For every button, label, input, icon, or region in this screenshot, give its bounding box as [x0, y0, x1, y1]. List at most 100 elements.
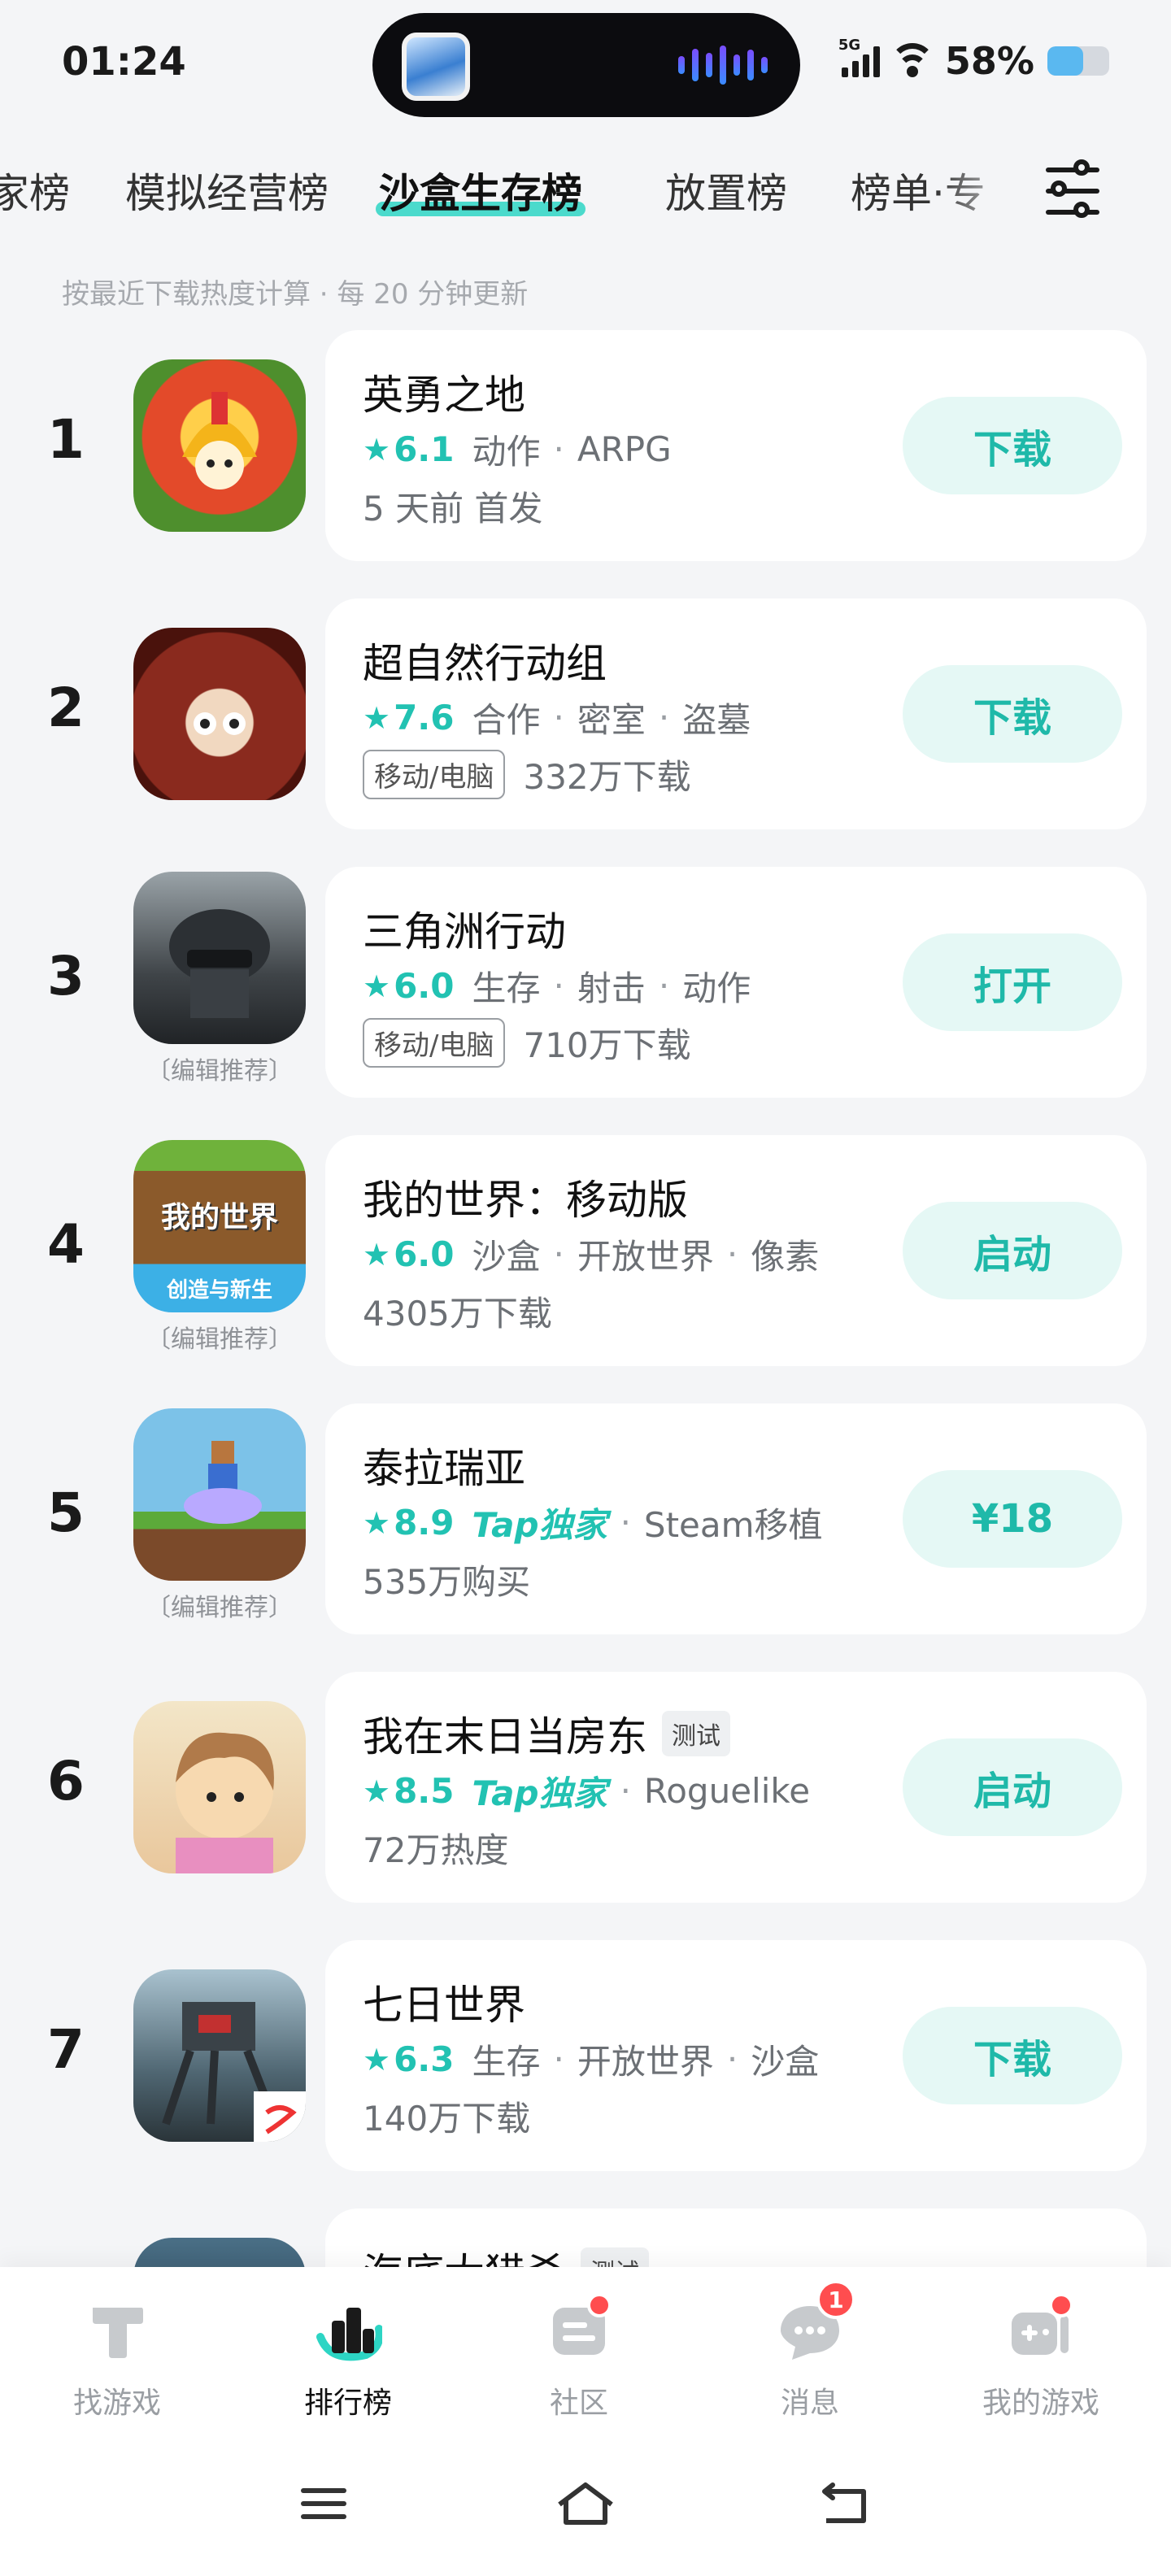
rank-number: 4: [47, 1213, 85, 1276]
game-icon[interactable]: [133, 359, 306, 532]
game-name: 三角洲行动: [363, 908, 566, 955]
nav-messages[interactable]: 1 消息: [729, 2280, 891, 2422]
game-tag: 合作: [472, 700, 541, 740]
game-tag: 沙盒: [472, 1237, 541, 1277]
bottom-nav: 找游戏 排行榜 社区 1 消息 我的游戏: [0, 2267, 1171, 2576]
game-tag: 盗墓: [682, 700, 751, 740]
cellular-signal-icon: 5G: [838, 37, 880, 77]
rank-number: 2: [47, 677, 85, 739]
star-icon: ★: [363, 2041, 391, 2078]
star-icon: ★: [363, 431, 391, 468]
clock: 01:24: [62, 39, 186, 85]
game-stat: 4305万下载: [363, 1294, 552, 1334]
nav-label: 社区: [549, 2387, 608, 2420]
game-score: 6.1: [394, 429, 455, 469]
launch-button[interactable]: 启动: [903, 1202, 1122, 1299]
game-card[interactable]: 英勇之地 ★ 6.1 动作 · ARPG 5 天前 首发 下载: [325, 330, 1147, 561]
game-card[interactable]: 泰拉瑞亚 ★ 8.9 Tap独家 · Steam移植 535万购买 ¥18: [325, 1403, 1147, 1634]
filter-icon[interactable]: [1041, 156, 1114, 229]
game-tag: 沙盒: [751, 2042, 820, 2082]
game-tag: 开放世界: [577, 2042, 714, 2082]
icon-subtitle: 创造与新生: [166, 1278, 272, 1303]
game-card[interactable]: 我在末日当房东 测试 ★ 8.5 Tap独家 · Roguelike 72万热度 启动: [325, 1672, 1147, 1903]
game-tag: 射击: [577, 968, 646, 1008]
battery-percent: 58%: [944, 39, 1034, 83]
wifi-icon: [889, 43, 935, 79]
game-score: 6.3: [394, 2039, 455, 2079]
category-tabs: 家榜 模拟经营榜 沙盒生存榜 放置榜 榜单·专: [0, 146, 1033, 236]
nav-label: 排行榜: [303, 2387, 392, 2420]
game-stat: 710万下载: [523, 1025, 691, 1065]
my-games-icon: [1007, 2293, 1075, 2365]
game-tag: 生存: [472, 968, 541, 1008]
rank-number: 5: [47, 1482, 85, 1544]
game-card[interactable]: 我的世界：移动版 ★ 6.0 沙盒 · 开放世界 · 像素 4305万下载 启动: [325, 1135, 1147, 1366]
nav-my-games[interactable]: 我的游戏: [960, 2293, 1122, 2422]
mech-walker-icon: [162, 2002, 306, 2142]
ranking-hint: 按最近下载热度计算 · 每 20 分钟更新: [62, 278, 529, 311]
rank-number: 7: [47, 2018, 85, 2081]
nav-label: 我的游戏: [982, 2387, 1099, 2420]
home-icon[interactable]: [553, 2480, 618, 2529]
test-badge: 测试: [662, 1711, 730, 1756]
game-tag: 动作: [682, 968, 751, 1008]
dynamic-island[interactable]: [372, 13, 800, 117]
notification-dot: [587, 2293, 612, 2317]
status-bar: 01:24 5G 58%: [0, 0, 1171, 122]
tab-expert[interactable]: 家榜: [0, 161, 70, 220]
game-icon[interactable]: [133, 872, 306, 1044]
open-button[interactable]: 打开: [903, 933, 1122, 1031]
audio-wave-icon: [678, 46, 768, 85]
game-score: 6.0: [394, 1234, 455, 1274]
nav-ranking[interactable]: 排行榜: [267, 2296, 429, 2422]
game-stat: 72万热度: [363, 1830, 509, 1870]
launch-button[interactable]: 启动: [903, 1738, 1122, 1836]
download-button[interactable]: 下载: [903, 397, 1122, 494]
game-score: 8.5: [394, 1771, 455, 1811]
game-score: 6.0: [394, 966, 455, 1006]
game-tag: 开放世界: [577, 1237, 714, 1277]
tap-exclusive-badge: Tap独家: [472, 1505, 607, 1545]
buy-button[interactable]: ¥18: [903, 1470, 1122, 1568]
editor-pick-label: 〔编辑推荐〕: [146, 1325, 293, 1354]
game-icon[interactable]: [133, 1408, 306, 1581]
star-icon: ★: [363, 968, 391, 1004]
game-tag: Roguelike: [643, 1771, 811, 1811]
game-card[interactable]: 超自然行动组 ★ 7.6 合作 · 密室 · 盗墓 移动/电脑 332万下载 下载: [325, 598, 1147, 829]
tab-simulation[interactable]: 模拟经营榜: [125, 161, 329, 220]
tab-sandbox-survival[interactable]: 沙盒生存榜: [376, 161, 586, 220]
game-icon[interactable]: [133, 628, 306, 800]
soldier-helmet-icon: [169, 909, 270, 1018]
find-games-icon: [83, 2296, 151, 2365]
game-score: 8.9: [394, 1503, 455, 1543]
tabs-fade: [935, 146, 1033, 236]
game-icon[interactable]: 我的世界 创造与新生: [133, 1140, 306, 1312]
battery-icon: [1047, 46, 1109, 76]
back-icon[interactable]: [813, 2480, 878, 2529]
game-icon[interactable]: [133, 1701, 306, 1873]
tab-idle[interactable]: 放置榜: [665, 161, 787, 220]
game-icon[interactable]: [133, 1969, 306, 2142]
pixel-hero-icon: [184, 1441, 262, 1524]
nav-community[interactable]: 社区: [498, 2293, 660, 2422]
game-card[interactable]: 七日世界 ★ 6.3 生存 · 开放世界 · 沙盒 140万下载 下载: [325, 1940, 1147, 2171]
star-icon: ★: [363, 1236, 391, 1273]
media-thumbnail: [402, 33, 470, 101]
download-button[interactable]: 下载: [903, 2007, 1122, 2104]
game-card[interactable]: 三角洲行动 ★ 6.0 生存 · 射击 · 动作 移动/电脑 710万下载 打开: [325, 867, 1147, 1098]
message-icon: 1: [776, 2280, 855, 2365]
star-icon: ★: [363, 699, 391, 736]
rank-number: 3: [47, 945, 85, 1007]
network-type: 5G: [838, 37, 861, 54]
game-name: 七日世界: [363, 1982, 525, 2029]
rank-number: 6: [47, 1750, 85, 1812]
game-stat: 5 天前 首发: [363, 489, 543, 529]
warrior-helmet-icon: [182, 392, 257, 490]
game-stat: 535万购买: [363, 1562, 531, 1602]
nav-label: 消息: [780, 2387, 839, 2420]
menu-icon[interactable]: [293, 2480, 358, 2529]
game-name: 我的世界：移动版: [363, 1177, 688, 1224]
download-button[interactable]: 下载: [903, 665, 1122, 763]
tap-exclusive-badge: Tap独家: [472, 1773, 607, 1813]
nav-find-games[interactable]: 找游戏: [36, 2296, 198, 2422]
